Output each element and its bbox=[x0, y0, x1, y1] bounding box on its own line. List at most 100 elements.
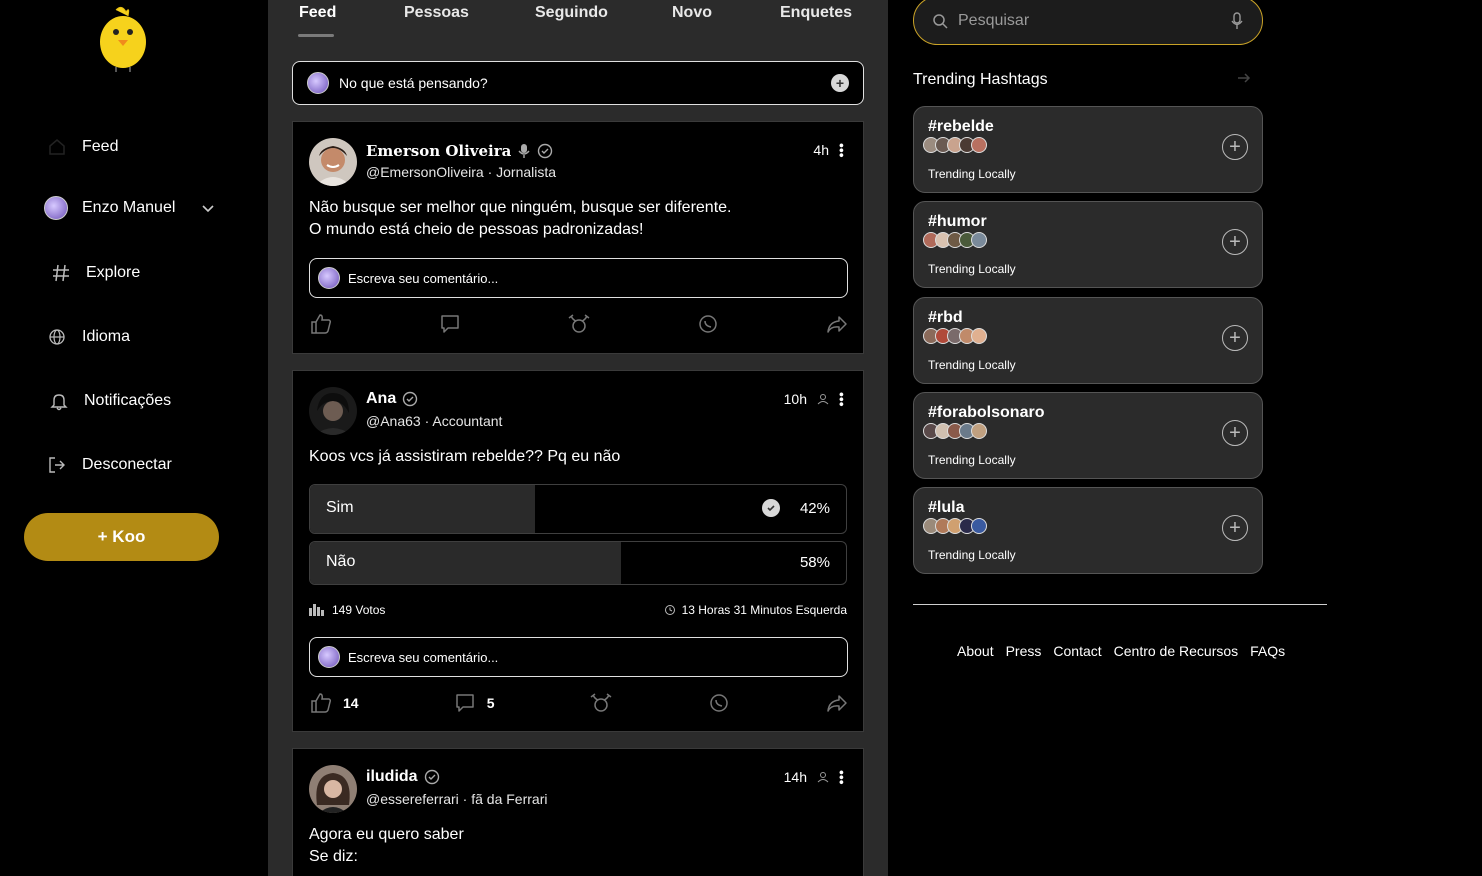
poll-option-percent: 58% bbox=[799, 554, 830, 571]
nav-label: Notificações bbox=[84, 392, 172, 409]
rekoo-button[interactable] bbox=[589, 691, 613, 715]
post-time: 14h bbox=[783, 769, 807, 785]
comment-placeholder: Escreva seu comentário... bbox=[348, 270, 499, 286]
poll-meta: 149 Votos 13 Horas 31 Minutos Esquerda bbox=[309, 603, 847, 617]
arrow-right-icon[interactable] bbox=[1236, 70, 1252, 86]
tab-enquetes[interactable]: Enquetes bbox=[780, 4, 852, 22]
koo-logo[interactable] bbox=[96, 2, 150, 74]
trending-hashtag-card[interactable]: #forabolsonaro Trending Locally + bbox=[913, 392, 1263, 479]
whatsapp-share-button[interactable] bbox=[696, 312, 720, 336]
whatsapp-share-button[interactable] bbox=[707, 691, 731, 715]
nav-label: Desconectar bbox=[82, 456, 172, 473]
share-icon bbox=[827, 695, 847, 712]
post-text-line: Não busque ser melhor que ninguém, busqu… bbox=[309, 199, 732, 216]
hashtag-label[interactable]: #forabolsonaro bbox=[928, 404, 1044, 422]
tab-seguindo[interactable]: Seguindo bbox=[535, 4, 608, 22]
logout-icon bbox=[46, 454, 68, 476]
poll-option[interactable]: Sim 42% bbox=[309, 484, 847, 534]
tab-pessoas[interactable]: Pessoas bbox=[404, 4, 469, 22]
nav-notifications[interactable]: Notificações bbox=[48, 390, 171, 412]
tab-novo[interactable]: Novo bbox=[672, 4, 712, 22]
avatar[interactable] bbox=[309, 387, 357, 435]
new-koo-button[interactable]: + Koo bbox=[24, 513, 219, 561]
share-button[interactable] bbox=[825, 691, 849, 715]
divider bbox=[913, 604, 1327, 605]
comment-button[interactable] bbox=[438, 312, 462, 336]
add-icon[interactable]: + bbox=[831, 74, 849, 92]
poll-votes: 149 Votos bbox=[309, 603, 385, 617]
feed-column: Feed Pessoas Seguindo Novo Enquetes No q… bbox=[268, 0, 888, 876]
avatar[interactable] bbox=[309, 765, 357, 813]
post-time: 10h bbox=[783, 391, 807, 407]
trending-hashtag-card[interactable]: #humor Trending Locally + bbox=[913, 201, 1263, 288]
poll-option-percent: 42% bbox=[799, 500, 830, 517]
search-input[interactable]: Pesquisar bbox=[958, 12, 1230, 30]
nav-logout[interactable]: Desconectar bbox=[46, 454, 172, 476]
hashtag-label[interactable]: #rebelde bbox=[928, 118, 994, 136]
comment-input[interactable]: Escreva seu comentário... bbox=[309, 637, 848, 677]
poll-option-label: Sim bbox=[326, 499, 354, 516]
follow-hashtag-icon[interactable]: + bbox=[1222, 325, 1248, 351]
trending-hashtag-card[interactable]: #rebelde Trending Locally + bbox=[913, 106, 1263, 193]
avatar bbox=[318, 646, 340, 668]
nav-profile[interactable]: Enzo Manuel bbox=[44, 196, 175, 220]
chevron-down-icon[interactable] bbox=[200, 200, 216, 216]
tab-feed[interactable]: Feed bbox=[299, 4, 336, 22]
follow-hashtag-icon[interactable]: + bbox=[1222, 515, 1248, 541]
post-card: Ana @Ana63 · Accountant 10h ••• Koos vcs… bbox=[292, 370, 864, 732]
trending-subtitle: Trending Locally bbox=[928, 358, 1016, 372]
author-name[interactable]: Emerson Oliveira bbox=[366, 142, 511, 160]
author-name[interactable]: Ana bbox=[366, 390, 396, 408]
left-sidebar: Feed Enzo Manuel Explore Idioma Notifica… bbox=[0, 0, 268, 876]
hashtag-label[interactable]: #lula bbox=[928, 499, 964, 517]
microphone-icon[interactable] bbox=[1230, 11, 1244, 30]
comment-icon bbox=[455, 694, 474, 712]
author-handle: @essereferrari · fã da Ferrari bbox=[366, 791, 548, 807]
more-options-icon[interactable]: ••• bbox=[834, 143, 850, 158]
more-options-icon[interactable]: ••• bbox=[834, 770, 850, 785]
avatar bbox=[318, 267, 340, 289]
rekoo-button[interactable] bbox=[567, 312, 591, 336]
nav-feed[interactable]: Feed bbox=[46, 136, 118, 158]
author-row: Ana bbox=[366, 390, 418, 408]
author-handle: @Ana63 · Accountant bbox=[366, 413, 503, 429]
search-bar[interactable]: Pesquisar bbox=[913, 0, 1263, 45]
participant-avatars bbox=[923, 232, 987, 248]
microphone-badge-icon bbox=[518, 144, 530, 158]
footer-link-faqs[interactable]: FAQs bbox=[1250, 643, 1285, 659]
share-button[interactable] bbox=[825, 312, 849, 336]
rekoo-icon bbox=[590, 693, 612, 712]
follow-hashtag-icon[interactable]: + bbox=[1222, 420, 1248, 446]
participant-avatars bbox=[923, 137, 987, 153]
hashtag-label[interactable]: #humor bbox=[928, 213, 987, 231]
thumbs-up-icon bbox=[311, 693, 332, 713]
thumbs-up-icon bbox=[311, 314, 332, 334]
follow-hashtag-icon[interactable]: + bbox=[1222, 134, 1248, 160]
author-row: iludida bbox=[366, 768, 440, 786]
avatar[interactable] bbox=[309, 138, 357, 186]
comment-button[interactable]: 5 bbox=[453, 691, 495, 715]
post-text-line: O mundo está cheio de pessoas padronizad… bbox=[309, 221, 644, 238]
post-composer[interactable]: No que está pensando? + bbox=[292, 61, 864, 105]
footer-links: About Press Contact Centro de Recursos F… bbox=[957, 643, 1285, 659]
footer-link-press[interactable]: Press bbox=[1006, 643, 1042, 659]
trending-hashtag-card[interactable]: #lula Trending Locally + bbox=[913, 487, 1263, 574]
like-button[interactable]: 14 bbox=[309, 691, 359, 715]
footer-link-contact[interactable]: Contact bbox=[1053, 643, 1101, 659]
hashtag-label[interactable]: #rbd bbox=[928, 309, 963, 327]
globe-icon bbox=[46, 326, 68, 348]
footer-link-resources[interactable]: Centro de Recursos bbox=[1114, 643, 1239, 659]
nav-explore[interactable]: Explore bbox=[50, 262, 140, 284]
poll-option[interactable]: Não 58% bbox=[309, 541, 847, 585]
author-name[interactable]: iludida bbox=[366, 768, 418, 786]
post-actions: 14 5 bbox=[309, 691, 849, 715]
clock-icon bbox=[664, 605, 675, 615]
nav-language[interactable]: Idioma bbox=[46, 326, 130, 348]
trending-hashtag-card[interactable]: #rbd Trending Locally + bbox=[913, 297, 1263, 384]
like-button[interactable] bbox=[309, 312, 333, 336]
more-options-icon[interactable]: ••• bbox=[834, 392, 850, 407]
comment-input[interactable]: Escreva seu comentário... bbox=[309, 258, 848, 298]
footer-link-about[interactable]: About bbox=[957, 643, 994, 659]
composer-placeholder: No que está pensando? bbox=[339, 75, 488, 91]
follow-hashtag-icon[interactable]: + bbox=[1222, 229, 1248, 255]
